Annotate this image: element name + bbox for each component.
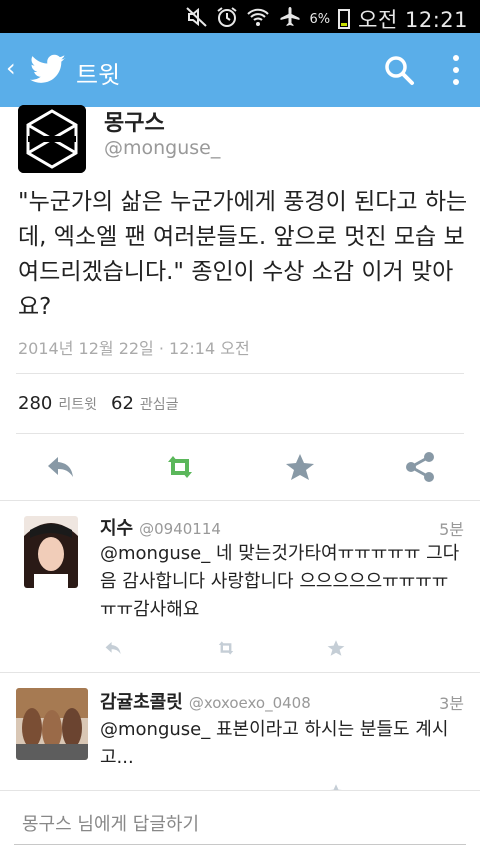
avatar[interactable] [16,688,88,760]
wifi-icon [246,6,270,33]
reply-text: @monguse_ 표본이라고 하시는 분들도 계시고... [100,719,449,768]
divider [16,433,464,434]
retweet-count[interactable]: 280 [18,393,52,414]
status-bar: 6% 오전 12:21 [0,0,480,33]
list-item[interactable]: 감귤초콜릿 @xoxoexo_0408 3분 @monguse_ 표본이라고 하시… [0,672,480,800]
retweet-icon[interactable] [212,636,240,660]
tweet-stats: 280 리트윗 62 관심글 [18,393,193,414]
reply-time: 5분 [439,520,464,539]
reply-author[interactable]: 감귤초콜릿 @xoxoexo_0408 [100,688,311,714]
reply-composer [0,790,480,854]
exo-logo-icon [18,105,86,173]
reply-icon[interactable] [100,636,128,660]
reply-input[interactable] [14,805,466,845]
avatar-photo [24,516,78,588]
reply-author-handle: @xoxoexo_0408 [188,694,311,712]
author-handle[interactable]: @monguse_ [104,137,220,159]
clock: 오전 12:21 [358,8,468,32]
reply-author-name: 지수 [100,518,134,539]
overflow-menu-icon[interactable] [444,51,468,89]
retweet-icon[interactable] [160,447,200,487]
list-item[interactable]: 지수 @0940114 5분 @monguse_ 네 맞는것가타여ㅠㅠㅠㅠㅠ 그다… [0,500,480,672]
tweet-actions [0,447,480,497]
tweet-text: "누군가의 삶은 누군가에게 풍경이 된다고 하는데, 엑소엘 팬 여러분들도.… [18,189,468,320]
reply-text: @monguse_ 네 맞는것가타여ㅠㅠㅠㅠㅠ 그다음 감사합니다 사랑합니다 … [100,543,460,620]
favorite-star-icon[interactable] [280,447,320,487]
battery-icon [338,9,351,29]
favorite-count[interactable]: 62 [111,393,134,414]
back-icon[interactable]: ‹ [6,54,16,82]
airplane-icon [278,6,302,33]
reply-author-name: 감귤초콜릿 [100,692,183,713]
reply-icon[interactable] [42,447,82,487]
twitter-bird-icon[interactable] [28,51,68,89]
author-name[interactable]: 몽구스 [104,105,165,137]
favorite-star-icon[interactable] [322,636,350,660]
retweet-label: 리트윗 [58,397,97,413]
tweet-timestamp: 2014년 12월 22일 · 12:14 오전 [18,339,250,358]
reply-time: 3분 [439,694,464,713]
reply-author-handle: @0940114 [139,520,221,538]
alarm-icon [216,6,238,33]
divider [16,373,464,374]
search-icon[interactable] [382,53,416,87]
app-bar-title: 트윗 [76,61,121,89]
reply-author[interactable]: 지수 @0940114 [100,514,221,540]
avatar-photo [16,688,88,760]
mute-icon [185,6,208,32]
app-bar: ‹ 트윗 [0,33,480,107]
avatar[interactable] [24,516,78,588]
battery-percent: 6% [309,11,331,27]
avatar[interactable] [18,105,86,173]
favorite-label: 관심글 [139,397,179,413]
share-icon[interactable] [400,447,440,487]
